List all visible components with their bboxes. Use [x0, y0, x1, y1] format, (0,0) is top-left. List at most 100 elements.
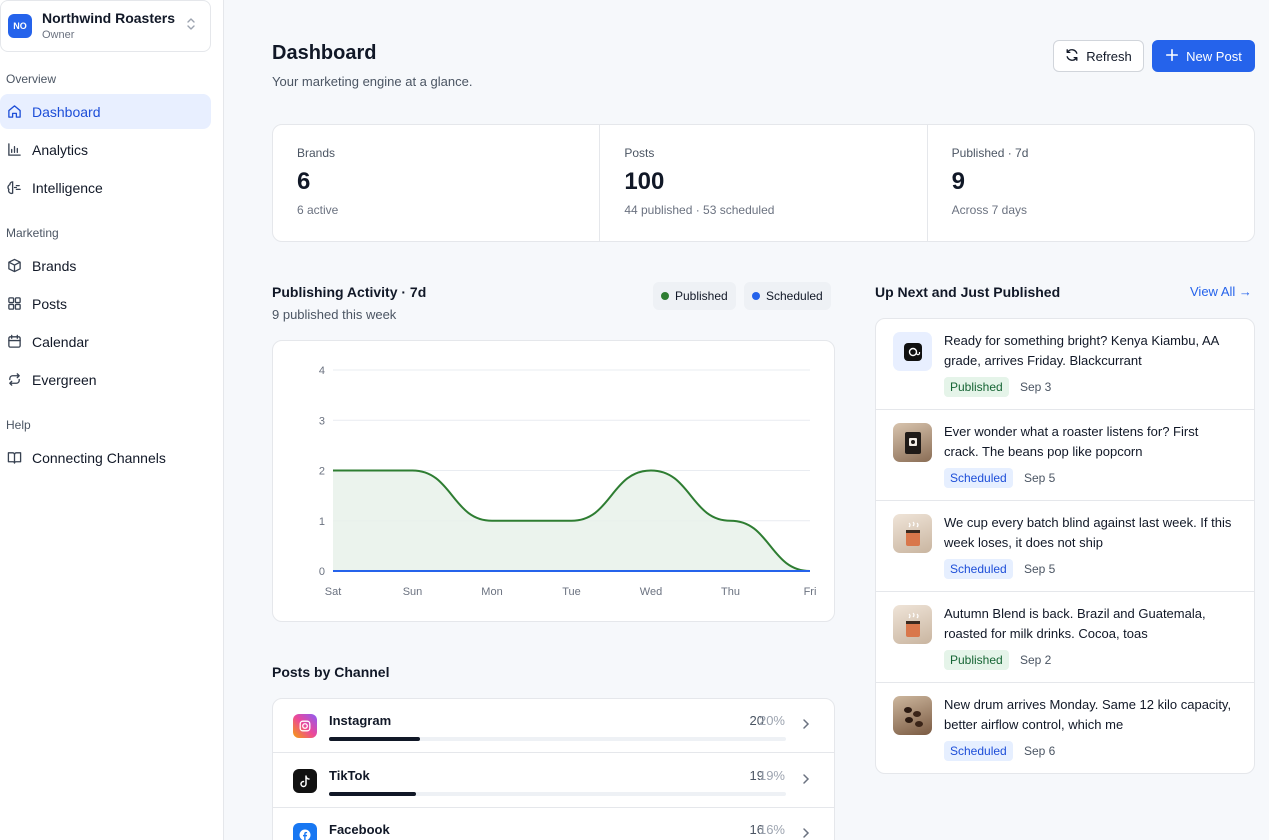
channel-row-instagram[interactable]: Instagram 20 20%: [273, 699, 834, 753]
view-all-link[interactable]: View All →: [1190, 284, 1252, 299]
org-switcher[interactable]: NO Northwind Roasters Owner: [0, 0, 211, 52]
sidebar-item-label: Intelligence: [32, 179, 103, 196]
activity-chart: 0 1 2 3 4 Sat Sun Mon Tue Wed Thu Fri: [319, 365, 817, 598]
channel-bar: [329, 792, 786, 796]
channel-bar: [329, 737, 786, 741]
home-icon: [6, 104, 22, 120]
post-text: Ready for something bright? Kenya Kiambu…: [944, 333, 1219, 368]
activity-title: Publishing Activity · 7d: [272, 284, 427, 300]
channel-pct: 20%: [758, 713, 785, 728]
channel-name: Facebook: [329, 822, 390, 837]
sidebar-item-label: Connecting Channels: [32, 449, 166, 466]
section-label-help: Help: [6, 418, 31, 432]
sidebar-item-posts[interactable]: Posts: [0, 286, 211, 321]
stats-card: Brands 6 6 active Posts 100 44 published…: [272, 124, 1255, 242]
sidebar-item-connecting-channels[interactable]: Connecting Channels: [0, 440, 211, 475]
stat-value: 6: [297, 168, 311, 195]
post-text: We cup every batch blind against last we…: [944, 515, 1232, 550]
channel-bar-fill: [329, 792, 416, 796]
stat-label: Published · 7d: [951, 146, 1029, 160]
page-title: Dashboard: [272, 42, 377, 64]
stat-sub: Across 7 days: [951, 203, 1028, 217]
stat-sub: 44 published · 53 scheduled: [624, 203, 775, 217]
x-tick-label: Tue: [562, 586, 581, 598]
box-icon: [6, 258, 22, 274]
post-text: New drum arrives Monday. Same 12 kilo ca…: [944, 697, 1232, 732]
status-badge: Scheduled: [944, 468, 1013, 488]
sidebar-item-label: Analytics: [32, 141, 89, 158]
channel-bar-fill: [329, 737, 421, 741]
org-role: Owner: [42, 28, 75, 41]
sidebar-item-evergreen[interactable]: Evergreen: [0, 362, 211, 397]
sidebar-item-intelligence[interactable]: Intelligence: [0, 170, 211, 205]
channel-row-facebook[interactable]: Facebook 16 16%: [273, 808, 834, 840]
stat-label: Posts: [624, 146, 655, 160]
channel-pct: 19%: [758, 768, 785, 783]
sidebar-item-calendar[interactable]: Calendar: [0, 324, 211, 359]
section-label-overview: Overview: [6, 72, 57, 86]
status-badge: Scheduled: [944, 559, 1013, 579]
post-text: Ever wonder what a roaster listens for? …: [944, 424, 1199, 459]
stat-sub: 6 active: [297, 203, 339, 217]
page-subtitle: Your marketing engine at a glance.: [272, 74, 473, 89]
sidebar-item-label: Dashboard: [32, 103, 101, 120]
legend-scheduled-toggle[interactable]: Scheduled: [744, 282, 831, 310]
post-item[interactable]: Ever wonder what a roaster listens for? …: [876, 410, 1254, 501]
post-date: Sep 5: [1024, 471, 1056, 485]
grid-icon: [6, 296, 22, 312]
channels-title: Posts by Channel: [272, 664, 390, 680]
coffee-beans-image: [893, 696, 932, 735]
x-tick-label: Wed: [640, 586, 662, 598]
sidebar-item-brands[interactable]: Brands: [0, 248, 211, 283]
sidebar-item-analytics[interactable]: Analytics: [0, 132, 211, 167]
post-item[interactable]: We cup every batch blind against last we…: [876, 501, 1254, 592]
sidebar-item-dashboard[interactable]: Dashboard: [0, 94, 211, 129]
stat-published-7d: Published · 7d 9 Across 7 days: [928, 125, 1254, 241]
y-tick-label: 0: [319, 566, 325, 578]
legend-published-toggle[interactable]: Published: [653, 282, 736, 310]
post-date: Sep 6: [1024, 744, 1056, 758]
refresh-button[interactable]: Refresh: [1053, 40, 1144, 72]
threads-icon: [893, 332, 932, 371]
chevron-right-icon: [802, 717, 810, 735]
calendar-icon: [6, 334, 22, 350]
coffee-cup-image: [893, 605, 932, 644]
x-tick-label: Thu: [721, 586, 740, 598]
x-tick-label: Sun: [403, 586, 423, 598]
activity-chart-card: 0 1 2 3 4 Sat Sun Mon Tue Wed Thu Fri: [272, 340, 835, 622]
post-item[interactable]: Ready for something bright? Kenya Kiambu…: [876, 319, 1254, 410]
new-post-button[interactable]: New Post: [1152, 40, 1255, 72]
status-badge: Published: [944, 650, 1009, 670]
sidebar: NO Northwind Roasters Owner Overview Das…: [0, 0, 224, 840]
brain-icon: [6, 180, 22, 196]
post-item[interactable]: New drum arrives Monday. Same 12 kilo ca…: [876, 683, 1254, 773]
channel-name: Instagram: [329, 713, 392, 728]
stat-posts: Posts 100 44 published · 53 scheduled: [600, 125, 928, 241]
post-item[interactable]: Autumn Blend is back. Brazil and Guatema…: [876, 592, 1254, 683]
sidebar-item-label: Calendar: [32, 333, 89, 350]
tiktok-icon: [293, 769, 317, 793]
sidebar-item-label: Brands: [32, 257, 77, 274]
y-tick-label: 1: [319, 516, 325, 528]
sidebar-item-label: Evergreen: [32, 371, 97, 388]
published-dot: [661, 292, 669, 300]
instagram-icon: [293, 714, 317, 738]
coffee-bag-image: [893, 423, 932, 462]
sidebar-item-label: Posts: [32, 295, 68, 312]
org-avatar: NO: [8, 14, 32, 38]
book-icon: [6, 450, 22, 466]
chevron-right-icon: [802, 772, 810, 790]
scheduled-dot: [752, 292, 760, 300]
channels-card: Instagram 20 20% TikTok 19 19% Facebook …: [272, 698, 835, 840]
channel-row-tiktok[interactable]: TikTok 19 19%: [273, 754, 834, 808]
channel-name: TikTok: [329, 768, 370, 783]
status-badge: Published: [944, 377, 1009, 397]
channel-pct: 16%: [758, 822, 785, 837]
x-tick-label: Fri: [804, 586, 817, 598]
section-label-marketing: Marketing: [6, 226, 59, 240]
stat-value: 100: [624, 168, 665, 195]
post-date: Sep 5: [1024, 562, 1056, 576]
post-text: Autumn Blend is back. Brazil and Guatema…: [944, 606, 1206, 641]
y-tick-label: 4: [319, 365, 325, 377]
chevron-up-down-icon: [186, 17, 196, 36]
